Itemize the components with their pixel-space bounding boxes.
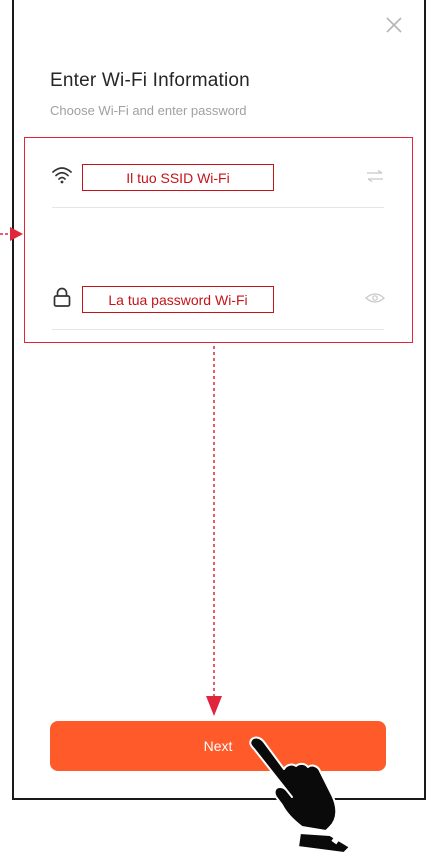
pointer-arrow-icon [0, 227, 23, 241]
lock-icon [53, 287, 71, 307]
password-divider [52, 329, 384, 330]
swap-icon[interactable] [366, 170, 384, 182]
close-icon[interactable] [383, 14, 405, 36]
down-arrow-icon [206, 346, 222, 716]
eye-icon[interactable] [365, 292, 385, 304]
page-subtitle: Choose Wi-Fi and enter password [50, 103, 247, 118]
page-title: Enter Wi-Fi Information [50, 70, 250, 91]
pointing-hand-icon [249, 736, 351, 853]
wifi-icon [52, 167, 72, 184]
password-field[interactable]: La tua password Wi-Fi [82, 286, 274, 313]
ssid-field[interactable]: Il tuo SSID Wi-Fi [82, 164, 274, 191]
ssid-divider [52, 207, 384, 208]
